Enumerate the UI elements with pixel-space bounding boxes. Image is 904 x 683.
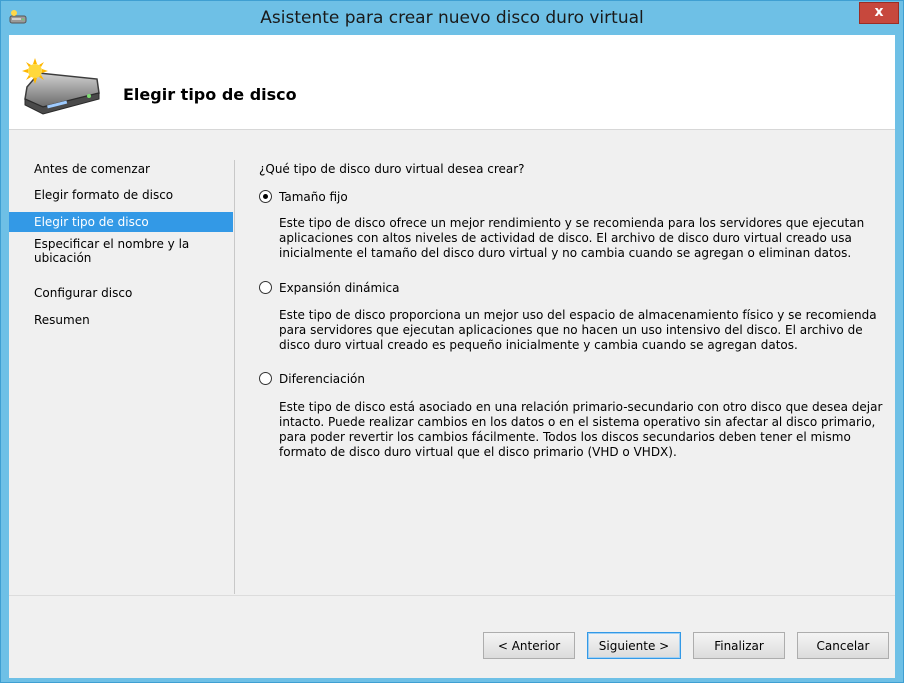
nav-item-elegir-tipo[interactable]: Elegir tipo de disco	[9, 212, 233, 232]
nav-item-elegir-formato[interactable]: Elegir formato de disco	[9, 188, 233, 204]
option-fixed-size-label[interactable]: Tamaño fijo	[279, 189, 348, 205]
title-bar[interactable]: Asistente para crear nuevo disco duro vi…	[1, 1, 903, 35]
close-icon: x	[874, 4, 884, 20]
wizard-header: Elegir tipo de disco	[9, 35, 895, 130]
wizard-steps-nav: Antes de comenzar Elegir formato de disc…	[9, 130, 233, 595]
nav-item-antes-de-comenzar[interactable]: Antes de comenzar	[9, 162, 233, 178]
question-text: ¿Qué tipo de disco duro virtual desea cr…	[259, 162, 525, 176]
option-fixed-size-description: Este tipo de disco ofrece un mejor rendi…	[279, 216, 865, 260]
option-dynamic-expansion-description: Este tipo de disco proporciona un mejor …	[279, 308, 877, 352]
finish-button[interactable]: Finalizar	[693, 632, 785, 659]
radio-fixed-size[interactable]	[259, 190, 272, 203]
wizard-window: Asistente para crear nuevo disco duro vi…	[0, 0, 904, 683]
wizard-body: Antes de comenzar Elegir formato de disc…	[9, 130, 895, 595]
close-button[interactable]: x	[859, 2, 899, 24]
virtual-disk-new-icon	[22, 58, 100, 115]
wizard-footer: < Anterior Siguiente > Finalizar Cancela…	[9, 595, 895, 678]
cancel-button[interactable]: Cancelar	[797, 632, 889, 659]
window-title: Asistente para crear nuevo disco duro vi…	[260, 8, 644, 28]
wizard-client-area: Elegir tipo de disco Antes de comenzar E…	[9, 35, 895, 678]
radio-dynamic-expansion[interactable]	[259, 281, 272, 294]
option-differencing-label[interactable]: Diferenciación	[279, 371, 365, 387]
previous-button[interactable]: < Anterior	[483, 632, 575, 659]
nav-item-resumen[interactable]: Resumen	[9, 313, 233, 329]
nav-item-especificar-nombre[interactable]: Especificar el nombre y la ubicación	[9, 237, 233, 267]
option-dynamic-expansion-label[interactable]: Expansión dinámica	[279, 280, 400, 296]
page-title: Elegir tipo de disco	[123, 85, 297, 104]
option-differencing-description: Este tipo de disco está asociado en una …	[279, 400, 883, 459]
next-button[interactable]: Siguiente >	[587, 632, 681, 659]
nav-separator	[234, 160, 235, 594]
radio-differencing[interactable]	[259, 372, 272, 385]
nav-item-configurar-disco[interactable]: Configurar disco	[9, 286, 233, 302]
